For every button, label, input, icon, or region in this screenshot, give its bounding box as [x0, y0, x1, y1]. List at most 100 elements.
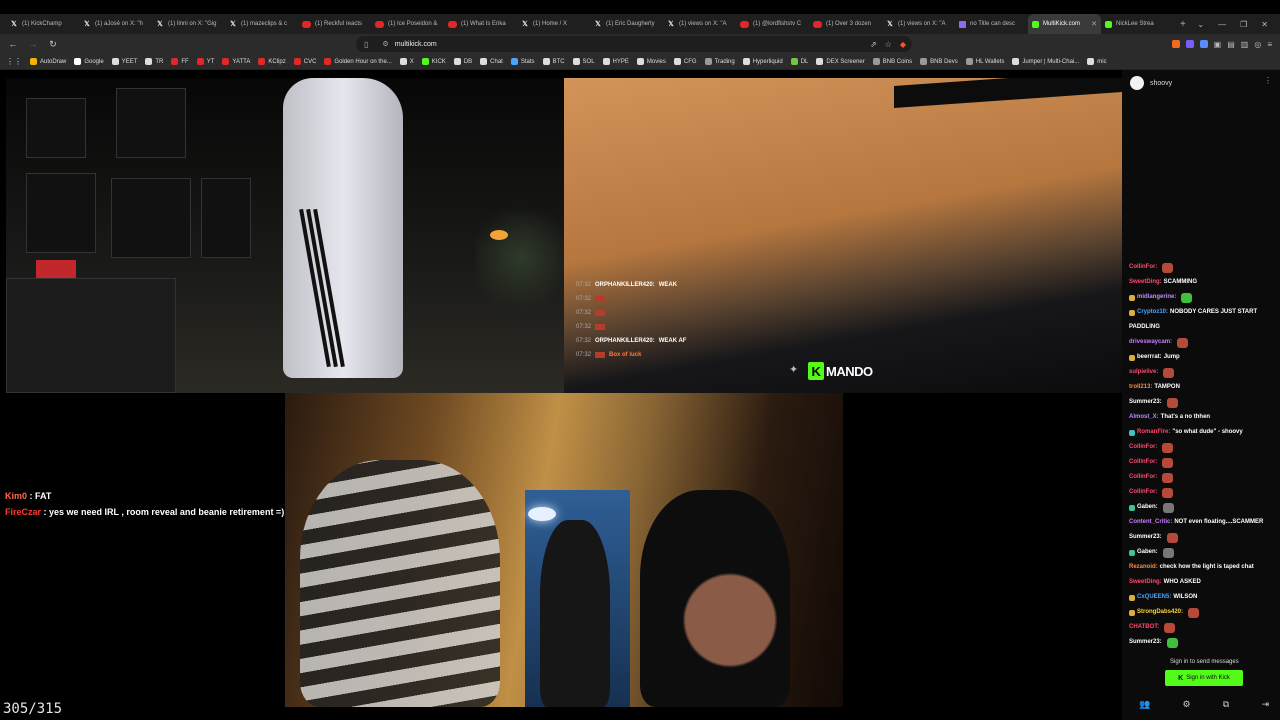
bookmark-item[interactable]: YT	[196, 58, 214, 65]
menu-icon[interactable]: ≡	[1267, 40, 1272, 49]
chat-username[interactable]: CHATBOT:	[1129, 620, 1159, 635]
wallet-icon[interactable]: ▥	[1241, 40, 1249, 49]
users-icon[interactable]: 👥	[1139, 699, 1150, 710]
chat-username[interactable]: Summer23:	[1129, 395, 1162, 410]
browser-tab[interactable]: 𝕏 (1) views on X: "A	[882, 14, 955, 34]
browser-tab[interactable]: no Title can desc	[955, 14, 1028, 34]
bookmark-item[interactable]: AutoDraw	[30, 58, 66, 65]
channel-name[interactable]: shoovy	[1150, 80, 1172, 87]
chat-username[interactable]: RomanFire:	[1137, 425, 1170, 440]
bookmark-item[interactable]: Jumper | Multi-Chai...	[1012, 58, 1079, 65]
site-info-icon[interactable]: ⚙	[382, 40, 388, 48]
bookmark-item[interactable]: mic	[1087, 58, 1107, 65]
chat-username[interactable]: Content_Critic:	[1129, 515, 1172, 530]
bookmark-item[interactable]: CFG	[673, 58, 697, 65]
brave-shield-icon[interactable]: ◆	[900, 40, 906, 49]
bookmark-item[interactable]: Trading	[704, 58, 735, 65]
chat-username[interactable]: Summer23:	[1129, 635, 1162, 650]
star-icon[interactable]: ☆	[885, 40, 892, 49]
bookmark-item[interactable]: TR	[145, 58, 163, 65]
bookmark-item[interactable]: X	[399, 58, 414, 65]
extension-icon[interactable]	[1199, 40, 1208, 48]
signin-button[interactable]: K Sign in with Kick	[1165, 670, 1243, 686]
popout-icon[interactable]: ⧉	[1223, 699, 1229, 710]
share-icon[interactable]: ⇗	[870, 40, 877, 49]
apps-icon[interactable]: ⋮⋮	[6, 57, 22, 66]
close-window-icon[interactable]: ✕	[1261, 20, 1268, 29]
chat-username[interactable]: SweetDing:	[1129, 575, 1162, 590]
chat-username[interactable]: Almost_X:	[1129, 410, 1159, 425]
browser-tab[interactable]: (1) Over 3 dozen	[809, 14, 882, 34]
browser-tab[interactable]: (1) Reckful reacts	[298, 14, 371, 34]
puzzle-icon[interactable]: ▣	[1214, 40, 1222, 49]
settings-icon[interactable]: ⚙	[1182, 699, 1190, 710]
chat-username[interactable]: CollinFor:	[1129, 455, 1157, 470]
bookmark-item[interactable]: BTC	[542, 58, 565, 65]
browser-tab[interactable]: 𝕏 (1) Home / X	[517, 14, 590, 34]
bookmark-item[interactable]: CVC	[293, 58, 316, 65]
browser-tab[interactable]: 𝕏 (1) linni on X: "Gig	[152, 14, 225, 34]
extension-icon[interactable]	[1171, 40, 1180, 48]
bookmark-item[interactable]: Stats	[510, 58, 535, 65]
bookmark-item[interactable]: Google	[74, 58, 104, 65]
bookmark-item[interactable]: FF	[171, 58, 189, 65]
browser-tab[interactable]: (1) What Is Erika	[444, 14, 517, 34]
restore-icon[interactable]: ❐	[1240, 20, 1247, 29]
chat-username[interactable]: Gaben:	[1137, 500, 1158, 515]
forward-icon[interactable]: →	[26, 39, 40, 49]
collapse-icon[interactable]: ⇥	[1261, 699, 1269, 710]
chat-username[interactable]: troll213:	[1129, 380, 1152, 395]
bookmark-item[interactable]: DL	[790, 58, 808, 65]
bookmark-item[interactable]: Chat	[480, 58, 503, 65]
bookmark-item[interactable]: KICK	[421, 58, 446, 65]
reload-icon[interactable]: ↻	[46, 39, 60, 50]
chat-username[interactable]: CollinFor:	[1129, 485, 1157, 500]
bookmark-item[interactable]: BNB Coins	[872, 58, 912, 65]
chat-username[interactable]: StrongDabs420:	[1137, 605, 1183, 620]
browser-tab[interactable]: (1) Ice Poseidon &	[371, 14, 444, 34]
chat-username[interactable]: driveswaycam:	[1129, 335, 1172, 350]
sidebar-icon[interactable]: ▤	[1227, 40, 1235, 49]
bookmark-item[interactable]: Hyperliquid	[742, 58, 783, 65]
bookmark-item[interactable]: HL Wallets	[965, 58, 1004, 65]
bookmark-item[interactable]: Movies	[636, 58, 666, 65]
chat-username[interactable]: CollinFor:	[1129, 260, 1157, 275]
bookmark-item[interactable]: BNB Devs	[920, 58, 958, 65]
chat-username[interactable]: Gaben:	[1137, 545, 1158, 560]
extension-icon[interactable]	[1185, 40, 1194, 48]
bookmark-icon[interactable]: ▯	[364, 40, 368, 49]
bookmark-item[interactable]: YEET	[111, 58, 137, 65]
bookmark-item[interactable]: HYPE	[602, 58, 629, 65]
more-options-icon[interactable]: ⋮	[1264, 76, 1272, 85]
url-text[interactable]: multikick.com	[395, 41, 437, 48]
chat-username[interactable]: CollinFor:	[1129, 470, 1157, 485]
chat-username[interactable]: beerrrat:	[1137, 350, 1162, 365]
chat-username[interactable]: midlangerine:	[1137, 290, 1176, 305]
chat-username[interactable]: Rezanoid:	[1129, 560, 1158, 575]
avatar[interactable]	[1130, 76, 1144, 90]
bookmark-item[interactable]: YATTA	[222, 58, 250, 65]
chat-username[interactable]: Cryptoz10:	[1137, 305, 1168, 320]
browser-tab[interactable]: NickLee Strea	[1101, 14, 1174, 34]
chat-username[interactable]: Summer23:	[1129, 530, 1162, 545]
browser-tab[interactable]: 𝕏 (1) mazeclips & c	[225, 14, 298, 34]
address-bar[interactable]: ▯ ⚙ multikick.com ⇗ ☆ ◆	[356, 36, 912, 52]
chat-username[interactable]: CollinFor:	[1129, 440, 1157, 455]
bookmark-item[interactable]: SOL	[572, 58, 595, 65]
browser-tab[interactable]: MultiKick.com ✕	[1028, 14, 1101, 34]
bookmark-item[interactable]: Golden Hour on the...	[324, 58, 392, 65]
tab-search-icon[interactable]: ⌄	[1197, 20, 1204, 29]
vpn-icon[interactable]: ◎	[1254, 40, 1261, 49]
browser-tab[interactable]: 𝕏 (1) Eric Daugherty	[590, 14, 663, 34]
close-tab-icon[interactable]: ✕	[1091, 20, 1097, 28]
bookmark-item[interactable]: DEX Screener	[816, 58, 865, 65]
back-icon[interactable]: ←	[6, 39, 20, 49]
browser-tab[interactable]: 𝕏 (1) KickChamp	[6, 14, 79, 34]
browser-tab[interactable]: 𝕏 (1) views on X: "A	[663, 14, 736, 34]
browser-tab[interactable]: 𝕏 (1) aJosé on X: "h	[79, 14, 152, 34]
browser-tab[interactable]: (1) @lordfishstv C	[736, 14, 809, 34]
chat-username[interactable]: SweetDing:	[1129, 275, 1162, 290]
bookmark-item[interactable]: DB	[453, 58, 472, 65]
chat-username[interactable]: CxQUEEN5:	[1137, 590, 1171, 605]
new-tab-icon[interactable]: +	[1180, 19, 1186, 30]
